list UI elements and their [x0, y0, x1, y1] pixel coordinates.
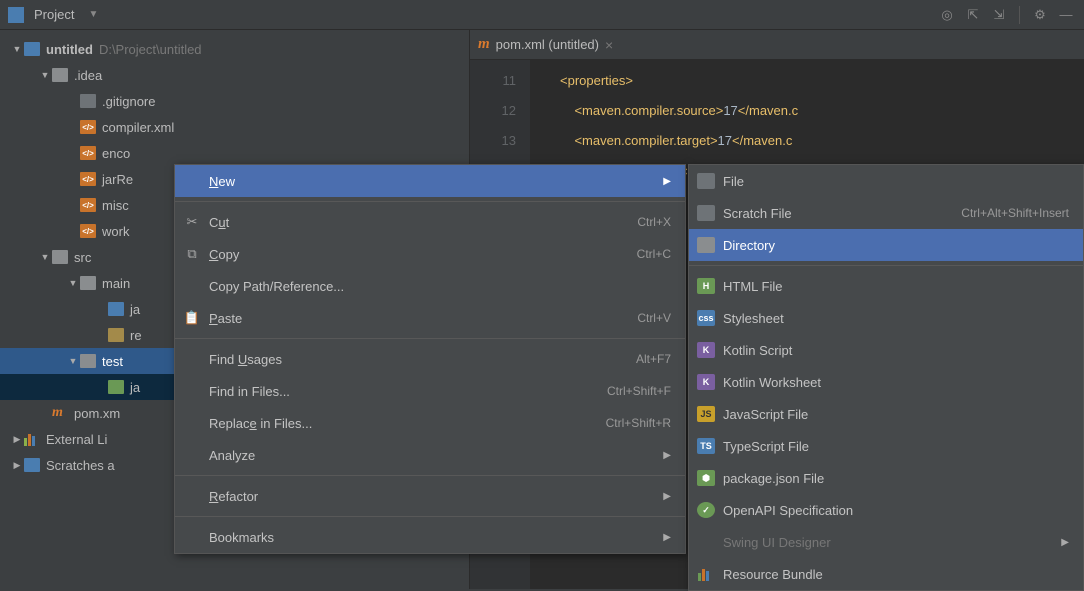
menu-separator: [175, 475, 685, 476]
root-name: untitled: [46, 42, 93, 57]
tree-root[interactable]: untitled D:\Project\untitled: [0, 36, 469, 62]
menu-find-in-files[interactable]: Find in Files... Ctrl+Shift+F: [175, 375, 685, 407]
menu-refactor[interactable]: Refactor ▶: [175, 480, 685, 512]
submenu-stylesheet[interactable]: css Stylesheet: [689, 302, 1083, 334]
submenu-directory[interactable]: Directory: [689, 229, 1083, 261]
cut-icon: ✂: [183, 214, 201, 230]
folder-icon: [108, 380, 124, 394]
close-icon[interactable]: ×: [605, 37, 613, 53]
submenu-scratch-file[interactable]: Scratch File Ctrl+Alt+Shift+Insert: [689, 197, 1083, 229]
tree-idea-folder[interactable]: .idea: [0, 62, 469, 88]
xml-icon: </>: [80, 172, 96, 186]
ts-icon: TS: [697, 438, 715, 454]
chevron-down-icon[interactable]: [38, 252, 52, 262]
folder-icon: [80, 276, 96, 290]
folder-icon: [697, 237, 715, 253]
submenu-swing-designer[interactable]: Swing UI Designer ▶: [689, 526, 1083, 558]
menu-replace-in-files[interactable]: Replace in Files... Ctrl+Shift+R: [175, 407, 685, 439]
openapi-icon: ✓: [697, 502, 715, 518]
kotlin-icon: K: [697, 374, 715, 390]
xml-icon: </>: [80, 120, 96, 134]
xml-icon: </>: [80, 146, 96, 160]
menu-analyze[interactable]: Analyze ▶: [175, 439, 685, 471]
tree-file-enco[interactable]: </> enco: [0, 140, 469, 166]
folder-icon: [52, 68, 68, 82]
chevron-down-icon[interactable]: [66, 278, 80, 288]
new-submenu: File Scratch File Ctrl+Alt+Shift+Insert …: [688, 164, 1084, 591]
submenu-file[interactable]: File: [689, 165, 1083, 197]
chevron-down-icon[interactable]: [10, 44, 24, 54]
tree-file-compiler[interactable]: </> compiler.xml: [0, 114, 469, 140]
menu-copy[interactable]: ⧉ Copy Ctrl+C: [175, 238, 685, 270]
submenu-html-file[interactable]: H HTML File: [689, 270, 1083, 302]
copy-icon: ⧉: [183, 246, 201, 262]
paste-icon: 📋: [183, 310, 201, 326]
json-icon: ⬢: [697, 470, 715, 486]
menu-bookmarks[interactable]: Bookmarks ▶: [175, 521, 685, 553]
editor-tab-pom[interactable]: m pom.xml (untitled) ×: [470, 31, 621, 59]
submenu-kotlin-worksheet[interactable]: K Kotlin Worksheet: [689, 366, 1083, 398]
folder-icon: [80, 354, 96, 368]
folder-icon: [24, 42, 40, 56]
html-icon: H: [697, 278, 715, 294]
project-icon: [8, 7, 24, 23]
menu-find-usages[interactable]: Find Usages Alt+F7: [175, 343, 685, 375]
menu-separator: [689, 265, 1083, 266]
context-menu: New ▶ ✂ Cut Ctrl+X ⧉ Copy Ctrl+C Copy Pa…: [174, 164, 686, 554]
maven-icon: m: [478, 36, 490, 53]
menu-paste[interactable]: 📋 Paste Ctrl+V: [175, 302, 685, 334]
xml-icon: </>: [80, 198, 96, 212]
chevron-right-icon[interactable]: [10, 434, 24, 445]
chevron-down-icon[interactable]: [38, 70, 52, 80]
menu-new[interactable]: New ▶: [175, 165, 685, 197]
menu-separator: [175, 201, 685, 202]
tree-file-gitignore[interactable]: .gitignore: [0, 88, 469, 114]
css-icon: css: [697, 310, 715, 326]
folder-icon: [108, 302, 124, 316]
project-toolbar: Project ▼ ◎ ⇱ ⇲ ⚙ —: [0, 0, 1084, 30]
chevron-right-icon: ▶: [663, 491, 671, 502]
kotlin-icon: K: [697, 342, 715, 358]
submenu-typescript-file[interactable]: TS TypeScript File: [689, 430, 1083, 462]
root-path: D:\Project\untitled: [99, 42, 202, 57]
menu-separator: [175, 516, 685, 517]
editor-tabs: m pom.xml (untitled) ×: [470, 30, 1084, 60]
submenu-resource-bundle[interactable]: Resource Bundle: [689, 558, 1083, 590]
expand-all-icon[interactable]: ⇱: [963, 5, 983, 25]
menu-separator: [175, 338, 685, 339]
bundle-icon: [697, 566, 715, 582]
collapse-all-icon[interactable]: ⇲: [989, 5, 1009, 25]
project-label[interactable]: Project: [34, 7, 74, 22]
folder-icon: [52, 250, 68, 264]
hide-icon[interactable]: —: [1056, 5, 1076, 25]
gear-icon[interactable]: ⚙: [1030, 5, 1050, 25]
chevron-right-icon: ▶: [1061, 537, 1069, 548]
submenu-kotlin-script[interactable]: K Kotlin Script: [689, 334, 1083, 366]
toolbar-separator: [1019, 6, 1020, 24]
menu-cut[interactable]: ✂ Cut Ctrl+X: [175, 206, 685, 238]
submenu-javascript-file[interactable]: JS JavaScript File: [689, 398, 1083, 430]
chevron-right-icon: ▶: [663, 532, 671, 543]
scratches-icon: [24, 458, 40, 472]
scratch-icon: [697, 205, 715, 221]
js-icon: JS: [697, 406, 715, 422]
file-icon: [80, 94, 96, 108]
maven-icon: m: [52, 405, 68, 421]
locate-icon[interactable]: ◎: [937, 5, 957, 25]
submenu-openapi[interactable]: ✓ OpenAPI Specification: [689, 494, 1083, 526]
menu-copy-path[interactable]: Copy Path/Reference...: [175, 270, 685, 302]
chevron-right-icon: ▶: [663, 176, 671, 187]
file-icon: [697, 173, 715, 189]
folder-icon: [108, 328, 124, 342]
chevron-down-icon[interactable]: [66, 356, 80, 366]
chevron-right-icon[interactable]: [10, 460, 24, 471]
library-icon: [24, 432, 40, 446]
xml-icon: </>: [80, 224, 96, 238]
chevron-right-icon: ▶: [663, 450, 671, 461]
submenu-package-json[interactable]: ⬢ package.json File: [689, 462, 1083, 494]
project-dropdown-icon[interactable]: ▼: [88, 9, 98, 20]
